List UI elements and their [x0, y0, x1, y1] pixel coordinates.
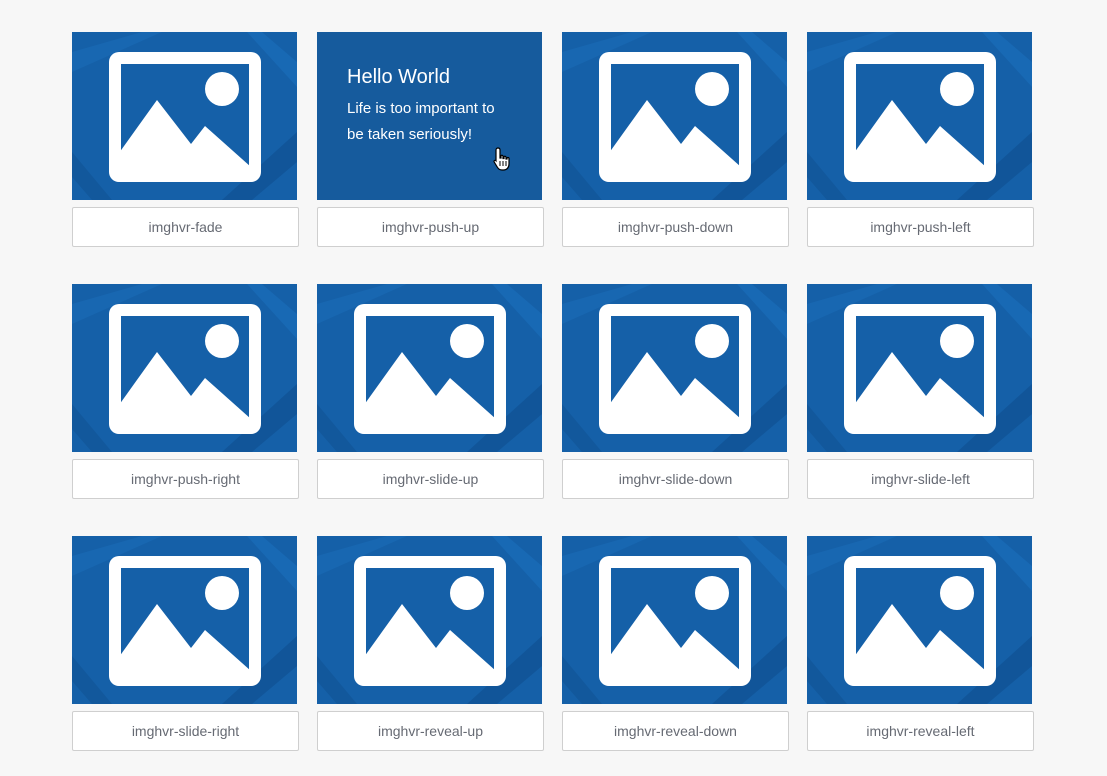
- demo-thumbnail[interactable]: [562, 32, 787, 200]
- demo-label-button[interactable]: imghvr-fade: [72, 207, 299, 247]
- demo-card: imghvr-slide-down: [562, 284, 789, 499]
- demo-label-button[interactable]: imghvr-push-down: [562, 207, 789, 247]
- demo-card: imghvr-slide-up: [317, 284, 544, 499]
- demo-thumbnail[interactable]: [562, 284, 787, 452]
- demo-label-button[interactable]: imghvr-reveal-left: [807, 711, 1034, 751]
- hover-caption: Hello World Life is too important to be …: [317, 32, 542, 200]
- demo-card: imghvr-reveal-up: [317, 536, 544, 751]
- demo-card: imghvr-slide-left: [807, 284, 1034, 499]
- caption-text: Life is too important to be taken seriou…: [347, 100, 495, 143]
- image-placeholder-icon: [109, 52, 261, 182]
- demo-label-button[interactable]: imghvr-slide-left: [807, 459, 1034, 499]
- demo-label-button[interactable]: imghvr-reveal-up: [317, 711, 544, 751]
- image-placeholder-icon: [844, 52, 996, 182]
- demo-label-button[interactable]: imghvr-push-left: [807, 207, 1034, 247]
- demo-card: imghvr-push-down: [562, 32, 789, 247]
- demo-label-button[interactable]: imghvr-slide-down: [562, 459, 789, 499]
- image-placeholder-icon: [599, 304, 751, 434]
- demo-card: Hello World Life is too important to be …: [317, 32, 544, 247]
- demo-thumbnail[interactable]: [807, 536, 1032, 704]
- image-placeholder-icon: [844, 304, 996, 434]
- demo-card: imghvr-fade: [72, 32, 299, 247]
- demo-label-button[interactable]: imghvr-push-up: [317, 207, 544, 247]
- demo-thumbnail[interactable]: [72, 284, 297, 452]
- demo-card: imghvr-push-left: [807, 32, 1034, 247]
- demo-thumbnail[interactable]: [807, 32, 1032, 200]
- image-placeholder-icon: [109, 304, 261, 434]
- demo-label-button[interactable]: imghvr-slide-up: [317, 459, 544, 499]
- image-placeholder-icon: [599, 556, 751, 686]
- demo-thumbnail[interactable]: [72, 536, 297, 704]
- demo-label-button[interactable]: imghvr-reveal-down: [562, 711, 789, 751]
- demo-thumbnail[interactable]: [317, 284, 542, 452]
- demo-thumbnail[interactable]: [72, 32, 297, 200]
- demo-card: imghvr-reveal-left: [807, 536, 1034, 751]
- demo-thumbnail[interactable]: [317, 536, 542, 704]
- image-placeholder-icon: [109, 556, 261, 686]
- image-placeholder-icon: [599, 52, 751, 182]
- image-placeholder-icon: [354, 304, 506, 434]
- hand-pointer-icon: [493, 147, 510, 171]
- caption-title: Hello World: [347, 66, 450, 88]
- image-placeholder-icon: [354, 556, 506, 686]
- demo-card: imghvr-push-right: [72, 284, 299, 499]
- demo-grid: imghvr-fade Hello World Life is too impo…: [72, 32, 1034, 751]
- demo-card: imghvr-slide-right: [72, 536, 299, 751]
- demo-label-button[interactable]: imghvr-push-right: [72, 459, 299, 499]
- image-placeholder-icon: [844, 556, 996, 686]
- demo-thumbnail[interactable]: Hello World Life is too important to be …: [317, 32, 542, 200]
- demo-card: imghvr-reveal-down: [562, 536, 789, 751]
- demo-thumbnail[interactable]: [562, 536, 787, 704]
- demo-thumbnail[interactable]: [807, 284, 1032, 452]
- demo-label-button[interactable]: imghvr-slide-right: [72, 711, 299, 751]
